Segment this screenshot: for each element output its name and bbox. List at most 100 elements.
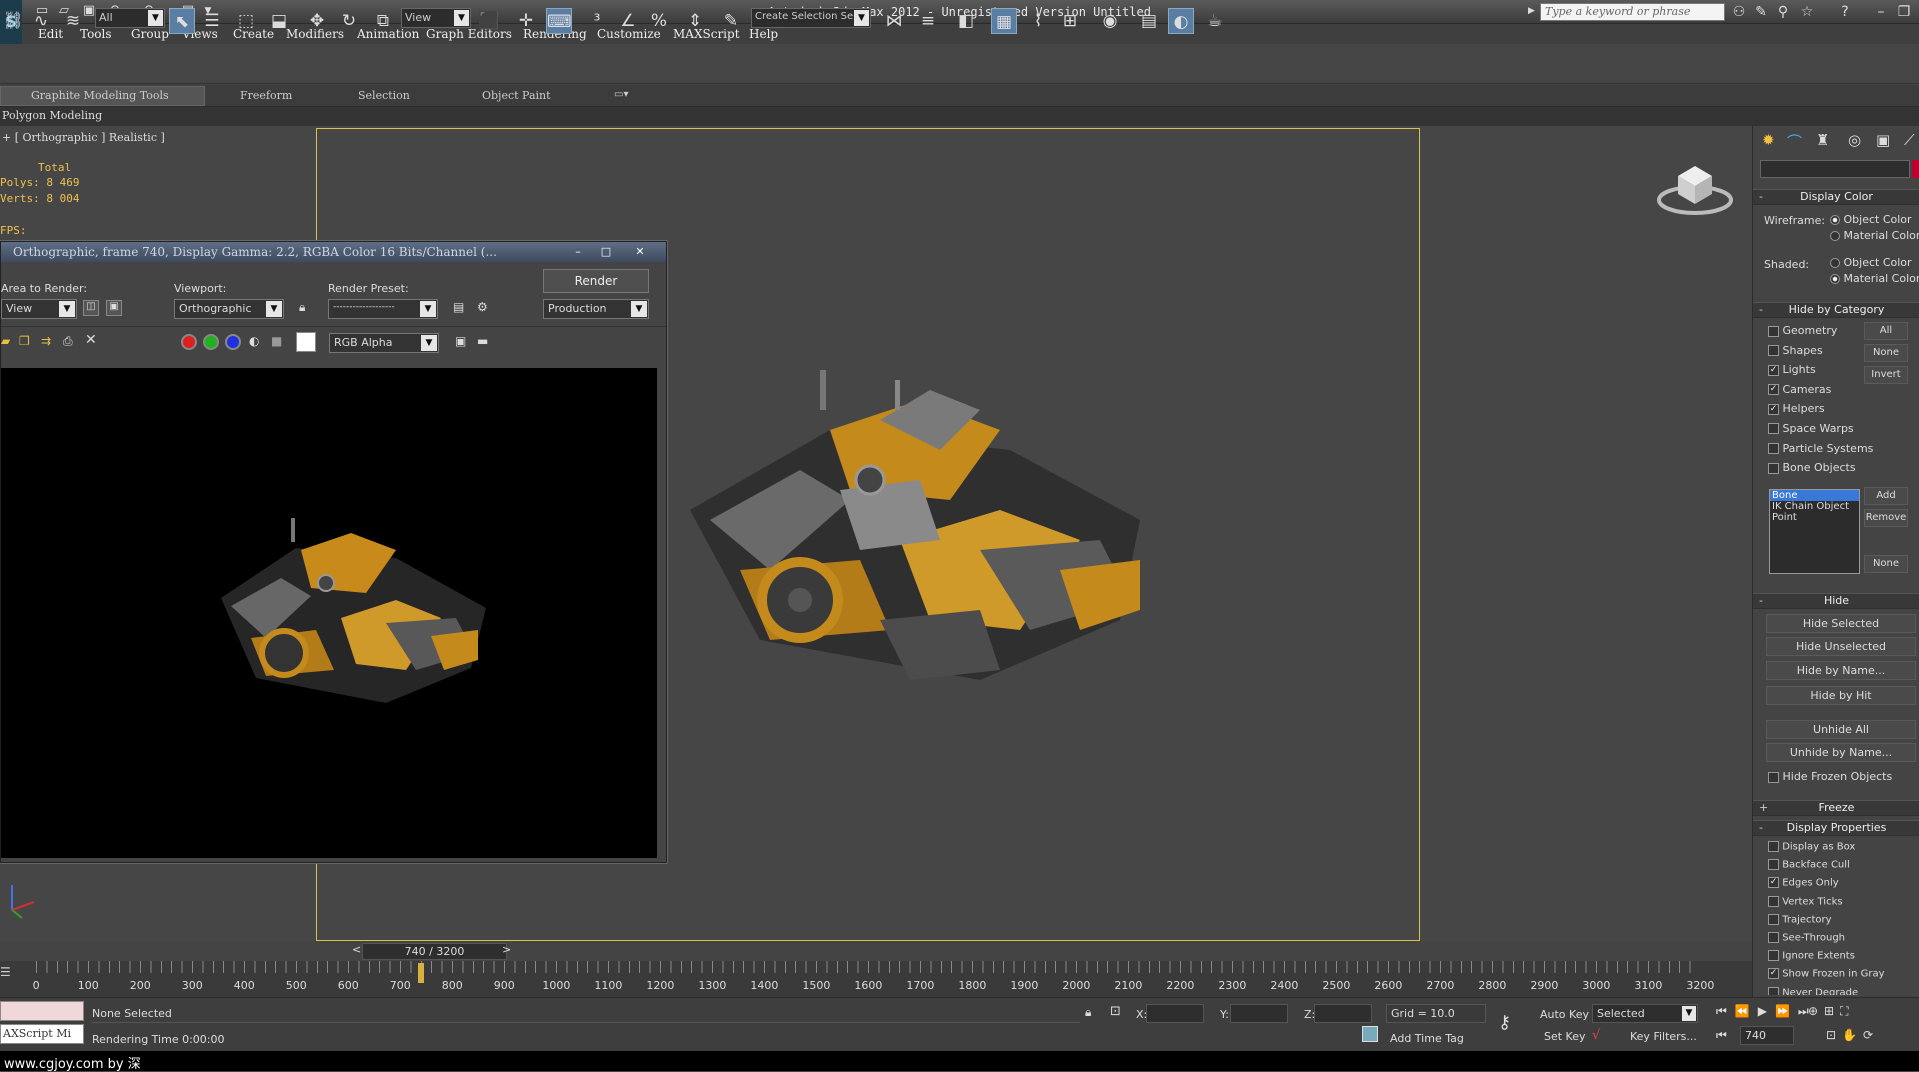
spinner-snap-icon[interactable]: ⇕ <box>682 8 708 34</box>
tab-object-paint[interactable]: Object Paint <box>482 89 551 102</box>
display-tab-icon[interactable]: ▣ <box>1876 131 1890 149</box>
material-editor-icon[interactable]: ◉ <box>1097 8 1123 34</box>
curve-editor-icon[interactable]: ⌇ <box>1025 8 1051 34</box>
binoculars-icon[interactable]: ⚇ <box>1730 3 1748 21</box>
none-button[interactable]: None <box>1864 344 1908 362</box>
menu-help[interactable]: Help <box>749 27 778 41</box>
category-checkbox-shapes[interactable]: Shapes <box>1768 344 1868 364</box>
move-icon[interactable]: ✥ <box>304 8 330 34</box>
green-channel-icon[interactable] <box>203 334 219 350</box>
maxscript-mini-field[interactable]: AXScript Mi <box>0 1024 84 1044</box>
category-checkbox-bone-objects[interactable]: Bone Objects <box>1768 461 1868 481</box>
lock-icon[interactable]: 🔒︎ <box>299 300 305 315</box>
display-property-edges-only[interactable]: ✓ Edges Only <box>1768 877 1918 895</box>
utilities-tab-icon[interactable]: ⟋ <box>1904 131 1915 149</box>
navigation-tools[interactable]: ⊡✋⟳ <box>1826 1028 1879 1042</box>
display-property-see-through[interactable]: See-Through <box>1768 931 1918 950</box>
hide-by-hit-button[interactable]: Hide by Hit <box>1766 686 1916 705</box>
absolute-mode-icon[interactable]: ⊡ <box>1110 1004 1121 1019</box>
tab-graphite-modeling-tools[interactable]: Graphite Modeling Tools <box>31 89 169 102</box>
key-icon[interactable]: ⚷ <box>1498 1012 1511 1033</box>
none-button-2[interactable]: None <box>1864 555 1908 573</box>
set-key-button[interactable]: Set Key <box>1544 1030 1586 1043</box>
keyboard-shortcut-override-icon[interactable]: ⌨ <box>546 8 572 34</box>
list-item[interactable]: IK Chain Object <box>1770 501 1859 512</box>
area-to-render-dropdown[interactable]: View ▼ <box>1 299 77 319</box>
menu-group[interactable]: Group <box>131 27 169 41</box>
minimize-icon[interactable]: – <box>1872 3 1890 21</box>
named-selection-set-dropdown[interactable]: Create Selection Se ▼ <box>751 8 871 28</box>
display-property-trajectory[interactable]: Trajectory <box>1768 913 1918 932</box>
clear-icon[interactable]: ✕ <box>85 332 97 348</box>
clone-window-icon[interactable]: ⇉ <box>41 334 51 348</box>
motion-tab-icon[interactable]: ◎ <box>1848 131 1861 149</box>
viewport-label[interactable]: + [ Orthographic ] Realistic ] <box>2 131 165 144</box>
environment-effects-icon[interactable]: ⚙ <box>477 300 488 314</box>
pivot-center-icon[interactable]: ⬛ <box>476 8 502 34</box>
track-bar-menu-icon[interactable]: ☰ <box>0 965 14 981</box>
favorites-star-icon[interactable]: ☆ <box>1798 3 1816 21</box>
freeze-rollout[interactable]: + Freeze <box>1753 800 1919 816</box>
toggle-ui-icon[interactable]: ▬ <box>477 334 488 348</box>
snaps-toggle-icon[interactable]: ³ <box>584 8 610 34</box>
add-time-tag[interactable]: Add Time Tag <box>1390 1032 1464 1045</box>
selection-region-icon[interactable]: ⬚ <box>233 8 259 34</box>
category-checkbox-lights[interactable]: ✓ Lights <box>1768 363 1868 383</box>
close-icon[interactable]: ✕ <box>631 244 649 259</box>
save-image-icon[interactable]: ▰ <box>1 334 10 348</box>
copy-image-icon[interactable]: ❐ <box>19 334 30 348</box>
set-key-icon[interactable]: √ <box>1592 1028 1600 1043</box>
select-and-manipulate-icon[interactable]: ✛ <box>513 8 539 34</box>
window-crossing-icon[interactable]: ⬓ <box>266 8 292 34</box>
category-checkbox-helpers[interactable]: ✓ Helpers <box>1768 402 1868 422</box>
reference-coordinate-dropdown[interactable]: View ▼ <box>401 8 471 28</box>
category-checkbox-particle-systems[interactable]: Particle Systems <box>1768 442 1873 462</box>
current-frame-field[interactable]: 740 <box>1740 1026 1794 1045</box>
display-property-vertex-ticks[interactable]: Vertex Ticks <box>1768 895 1918 914</box>
hide-selected-button[interactable]: Hide Selected <box>1766 614 1916 633</box>
subscription-icon[interactable]: ✎ <box>1752 3 1770 21</box>
category-list-box[interactable]: Bone IK Chain Object Point <box>1769 489 1860 574</box>
invert-button[interactable]: Invert <box>1864 366 1908 384</box>
edit-region-icon[interactable]: ◫ <box>83 300 99 316</box>
viewport-dropdown[interactable]: Orthographic ▼ <box>174 299 284 319</box>
communication-center-icon[interactable]: ⚲ <box>1774 3 1792 21</box>
align-icon[interactable]: ≡ <box>915 8 941 34</box>
render-setup-icon[interactable]: ▤ <box>453 300 464 314</box>
z-coordinate-field[interactable] <box>1314 1004 1372 1023</box>
display-property-show-frozen-in-gray[interactable]: ✓ Show Frozen in Gray <box>1768 968 1918 986</box>
monochrome-icon[interactable]: ■ <box>271 334 282 348</box>
modify-tab-icon[interactable]: ⌒ <box>1787 131 1802 152</box>
toggle-ui-overlay-icon[interactable]: ▣ <box>455 334 466 348</box>
restore-icon[interactable]: ❐ <box>1895 3 1913 21</box>
link-icon[interactable]: ⛓ <box>0 8 26 34</box>
hide-rollout[interactable]: - Hide <box>1753 593 1919 609</box>
production-dropdown[interactable]: Production ▼ <box>543 299 649 319</box>
playback-controls[interactable]: ⏮⏪▶⏩⏭ <box>1716 1004 1817 1019</box>
viewcube-icon[interactable] <box>1656 160 1734 218</box>
key-mode-dropdown[interactable]: Selected ▼ <box>1592 1004 1698 1023</box>
time-slider[interactable]: 740 / 3200 <box>362 943 507 960</box>
alpha-channel-icon[interactable]: ◐ <box>249 334 259 348</box>
hide-by-name-button[interactable]: Hide by Name... <box>1766 661 1916 680</box>
layer-manager-icon[interactable]: ◧ <box>953 8 979 34</box>
search-input[interactable]: Type a keyword or phrase <box>1540 3 1725 21</box>
shaded-material-color-radio[interactable]: Material Color <box>1830 272 1919 285</box>
selection-filter-dropdown[interactable]: All ▼ <box>95 8 165 28</box>
schematic-view-icon[interactable]: ⊞ <box>1057 8 1083 34</box>
unhide-by-name-button[interactable]: Unhide by Name... <box>1766 743 1916 762</box>
render-preset-dropdown[interactable]: ------------------- ▼ <box>328 299 438 319</box>
angle-snap-icon[interactable]: ∠ <box>615 8 641 34</box>
display-properties-rollout[interactable]: - Display Properties <box>1753 820 1919 836</box>
object-color-swatch[interactable] <box>1912 160 1919 178</box>
help-icon[interactable]: ? <box>1836 3 1854 21</box>
next-frame-icon[interactable]: > <box>502 943 511 956</box>
scale-icon[interactable]: ⧉ <box>370 8 396 34</box>
y-coordinate-field[interactable] <box>1230 1004 1288 1023</box>
minimize-icon[interactable]: – <box>569 244 587 259</box>
x-coordinate-field[interactable] <box>1146 1004 1204 1023</box>
remove-button[interactable]: Remove <box>1864 509 1908 527</box>
render-setup-icon[interactable]: ▤ <box>1136 8 1162 34</box>
polygon-modeling-panel[interactable]: Polygon Modeling <box>2 109 102 122</box>
viewport-navigation-controls[interactable]: ⊕⊞⛶ <box>1808 1004 1855 1019</box>
